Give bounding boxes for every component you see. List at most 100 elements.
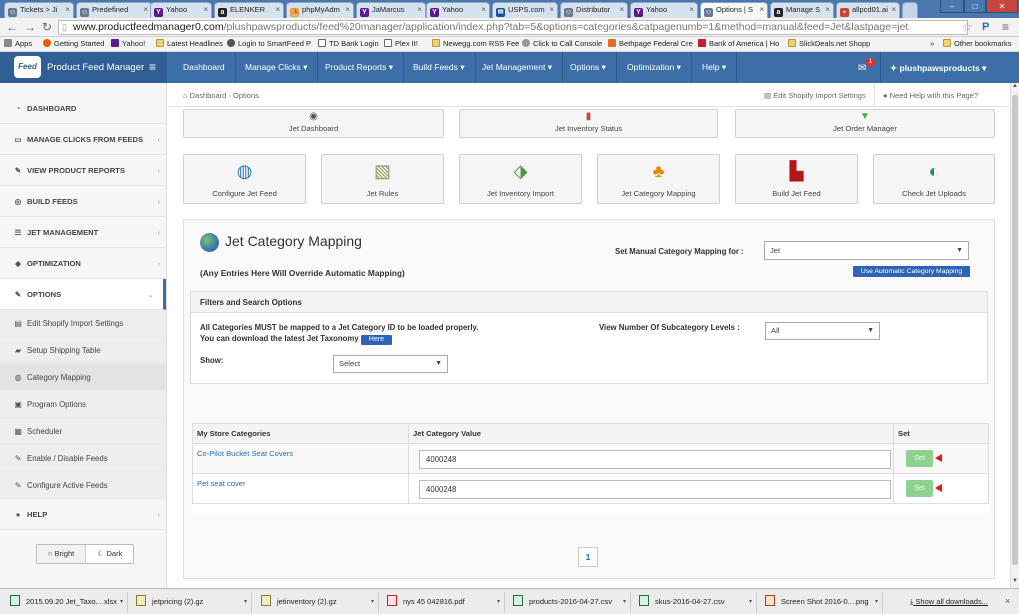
set-button[interactable]: Set bbox=[906, 480, 933, 497]
sidebar-item-optimization[interactable]: ◆ OPTIMIZATION ‹ bbox=[0, 248, 166, 279]
download-item[interactable]: jetpricing (2).gz ▾ bbox=[130, 592, 252, 612]
theme-bright-button[interactable]: ○ Bright bbox=[37, 545, 86, 563]
bookmark-star-icon[interactable]: ☆ bbox=[962, 20, 973, 34]
envelope-icon[interactable]: ✉ bbox=[858, 63, 866, 74]
close-tab-icon[interactable]: × bbox=[619, 3, 624, 17]
browser-tab[interactable]: a Manage S × bbox=[770, 2, 834, 18]
need-help-link[interactable]: ● Need Help with this Page? bbox=[883, 90, 978, 102]
bookmark-item[interactable]: Latest Headlines bbox=[156, 37, 223, 51]
chevron-down-icon[interactable]: ▾ bbox=[120, 592, 123, 612]
browser-tab[interactable]: Y Yahoo × bbox=[426, 2, 490, 18]
configure-jet-feed-button[interactable]: ◍ Configure Jet Feed bbox=[183, 154, 306, 204]
manual-mapping-select[interactable]: Jet ▼ bbox=[764, 241, 969, 260]
sidebar-subitem-program-options[interactable]: ▣ Program Options bbox=[0, 391, 166, 418]
show-select[interactable]: Select ▼ bbox=[333, 355, 448, 373]
jet-dashboard-button[interactable]: ◉ Jet Dashboard bbox=[183, 109, 444, 138]
browser-tab[interactable]: ☺ Distributor × bbox=[560, 2, 628, 18]
download-item[interactable]: products-2016-04-27.csv ▾ bbox=[507, 592, 631, 612]
nav-options[interactable]: Options ▾ bbox=[560, 52, 617, 83]
new-tab-button[interactable] bbox=[902, 2, 918, 18]
forward-icon[interactable]: → bbox=[24, 20, 36, 34]
chevron-down-icon[interactable]: ▾ bbox=[371, 592, 374, 612]
sidebar-item-dashboard[interactable]: ◔ DASHBOARD bbox=[0, 93, 166, 124]
jet-rules-button[interactable]: ▧ Jet Rules bbox=[321, 154, 444, 204]
sidebar-item-build-feeds[interactable]: ◎ BUILD FEEDS ‹ bbox=[0, 186, 166, 217]
show-all-downloads-link[interactable]: ⤓ Show all downloads... bbox=[910, 597, 988, 607]
bookmark-item[interactable]: Login to SmartFeed P bbox=[227, 37, 311, 51]
browser-tab[interactable]: ⛵ phpMyAdm × bbox=[286, 2, 354, 18]
jet-inventory-status-button[interactable]: ▮ Jet Inventory Status bbox=[459, 109, 718, 138]
store-category-link[interactable]: Pet seat cover bbox=[197, 479, 246, 488]
browser-tab[interactable]: ☺ Predefined × bbox=[76, 2, 152, 18]
browser-tab-active[interactable]: ☺ Options | S × bbox=[700, 2, 768, 18]
browser-tab[interactable]: a ELENKER × bbox=[214, 2, 284, 18]
chevron-down-icon[interactable]: ▾ bbox=[875, 592, 878, 612]
bookmarks-more-button[interactable]: » bbox=[930, 37, 934, 51]
levels-select[interactable]: All ▼ bbox=[765, 322, 880, 340]
close-download-bar-icon[interactable]: × bbox=[1005, 596, 1010, 606]
close-tab-icon[interactable]: × bbox=[549, 3, 554, 17]
chevron-down-icon[interactable]: ▾ bbox=[497, 592, 500, 612]
sidebar-subitem-category-mapping[interactable]: ◍ Category Mapping bbox=[0, 364, 166, 391]
download-item[interactable]: skus-2016-04-27.csv ▾ bbox=[633, 592, 757, 612]
use-automatic-mapping-button[interactable]: Use Automatic Category Mapping bbox=[853, 266, 970, 277]
store-category-link[interactable]: Co-Pilot Bucket Seat Covers bbox=[197, 449, 293, 458]
close-tab-icon[interactable]: × bbox=[65, 3, 70, 17]
check-jet-uploads-button[interactable]: ◐ Check Jet Uploads bbox=[873, 154, 995, 204]
bookmark-item[interactable]: Bank of America | Ho bbox=[698, 37, 779, 51]
nav-help[interactable]: Help ▾ bbox=[692, 52, 738, 83]
vertical-scrollbar[interactable]: ▲ ▼ bbox=[1010, 83, 1019, 588]
sidebar-subitem-configure-active[interactable]: ✎ Configure Active Feeds bbox=[0, 472, 166, 499]
scroll-down-icon[interactable]: ▼ bbox=[1012, 578, 1018, 584]
extension-p-icon[interactable]: P bbox=[982, 20, 989, 34]
url-input[interactable]: ▯ www.productfeedmanager0.com/plushpawspr… bbox=[58, 20, 968, 35]
chevron-down-icon[interactable]: ▾ bbox=[749, 592, 752, 612]
download-item[interactable]: Screen Shot 2016-0....png ▾ bbox=[759, 592, 883, 612]
chevron-down-icon[interactable]: ▾ bbox=[623, 592, 626, 612]
jet-order-manager-button[interactable]: ▼ Jet Order Manager bbox=[735, 109, 995, 138]
browser-tab[interactable]: Y JaMarcus × bbox=[356, 2, 426, 18]
jet-category-input[interactable]: 4000248 bbox=[419, 450, 891, 469]
close-tab-icon[interactable]: × bbox=[203, 3, 208, 17]
close-tab-icon[interactable]: × bbox=[825, 3, 830, 17]
download-item[interactable]: jetinventory (2).gz ▾ bbox=[255, 592, 379, 612]
edit-shopify-settings-link[interactable]: ▤ Edit Shopify Import Settings bbox=[764, 90, 866, 102]
breadcrumb-dashboard[interactable]: Dashboard bbox=[190, 91, 227, 100]
hamburger-icon[interactable]: ≡ bbox=[149, 60, 156, 74]
scrollbar-thumb[interactable] bbox=[1012, 95, 1018, 565]
bookmark-item[interactable]: Getting Started bbox=[43, 37, 104, 51]
browser-tab[interactable]: Y Yahoo × bbox=[150, 2, 212, 18]
chrome-menu-icon[interactable]: ≡ bbox=[1002, 20, 1009, 34]
browser-tab[interactable]: ☺ Tickets > Ji × bbox=[4, 2, 74, 18]
bookmark-apps[interactable]: Apps bbox=[4, 37, 32, 51]
theme-dark-button[interactable]: ☾ Dark bbox=[86, 545, 134, 563]
bookmark-item[interactable]: Yahoo! bbox=[111, 37, 145, 51]
sidebar-item-jet-management[interactable]: ☰ JET MANAGEMENT ‹ bbox=[0, 217, 166, 248]
bookmark-item[interactable]: Newegg.com RSS Fee bbox=[432, 37, 519, 51]
sidebar-item-product-reports[interactable]: ✎ VIEW PRODUCT REPORTS ‹ bbox=[0, 155, 166, 186]
close-tab-icon[interactable]: × bbox=[689, 3, 694, 17]
close-tab-icon[interactable]: × bbox=[417, 3, 422, 17]
download-item[interactable]: 2015.09.20 Jet_Taxo....xlsx ▾ bbox=[4, 592, 128, 612]
jet-category-input[interactable]: 4000248 bbox=[419, 480, 891, 499]
sidebar-item-options[interactable]: ✎ OPTIONS ⌄ bbox=[0, 279, 166, 310]
browser-tab[interactable]: Y Yahoo × bbox=[630, 2, 698, 18]
nav-optimization[interactable]: Optimization ▾ bbox=[617, 52, 692, 83]
browser-tab[interactable]: ▪ allpcd01.ai × bbox=[836, 2, 900, 18]
close-tab-icon[interactable]: × bbox=[275, 3, 280, 17]
maximize-button[interactable]: □ bbox=[964, 0, 986, 13]
jet-category-mapping-button[interactable]: ♣ Jet Category Mapping bbox=[597, 154, 720, 204]
chevron-down-icon[interactable]: ▾ bbox=[244, 592, 247, 612]
jet-inventory-import-button[interactable]: ⬗ Jet Inventory Import bbox=[459, 154, 582, 204]
close-tab-icon[interactable]: × bbox=[345, 3, 350, 17]
nav-dashboard[interactable]: Dashboard bbox=[173, 52, 236, 83]
close-tab-icon[interactable]: × bbox=[143, 3, 148, 17]
browser-tab[interactable]: ✉ USPS.com × bbox=[492, 2, 558, 18]
sidebar-subitem-shipping-table[interactable]: ▰ Setup Shipping Table bbox=[0, 337, 166, 364]
bookmark-item[interactable]: SlickDeals.net Shopp bbox=[788, 37, 870, 51]
build-jet-feed-button[interactable]: ▙ Build Jet Feed bbox=[735, 154, 858, 204]
nav-build-feeds[interactable]: Build Feeds ▾ bbox=[403, 52, 476, 83]
other-bookmarks[interactable]: Other bookmarks bbox=[943, 37, 1012, 51]
back-icon[interactable]: ← bbox=[6, 20, 18, 34]
sidebar-item-manage-clicks[interactable]: ▭ MANAGE CLICKS FROM FEEDS ‹ bbox=[0, 124, 166, 155]
